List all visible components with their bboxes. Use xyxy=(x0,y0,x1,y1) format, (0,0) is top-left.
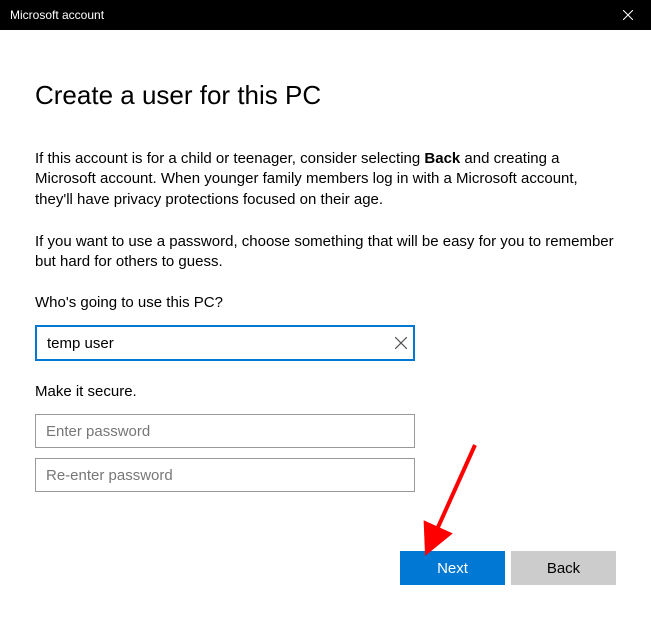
password-input[interactable] xyxy=(35,414,415,448)
content-area: Create a user for this PC If this accoun… xyxy=(0,30,651,492)
intro-paragraph-1: If this account is for a child or teenag… xyxy=(35,149,616,210)
close-icon xyxy=(623,10,633,20)
titlebar: Microsoft account xyxy=(0,0,651,30)
page-title: Create a user for this PC xyxy=(35,80,616,111)
intro-text-a: If this account is for a child or teenag… xyxy=(35,150,424,167)
x-icon xyxy=(395,337,407,349)
intro-bold-back: Back xyxy=(424,150,460,167)
intro-paragraph-2: If you want to use a password, choose so… xyxy=(35,232,616,273)
username-input[interactable] xyxy=(35,325,415,361)
next-button[interactable]: Next xyxy=(400,551,505,585)
clear-input-button[interactable] xyxy=(395,337,407,349)
password-confirm-input[interactable] xyxy=(35,458,415,492)
username-label: Who's going to use this PC? xyxy=(35,294,616,311)
username-input-wrap xyxy=(35,325,415,361)
window-title: Microsoft account xyxy=(10,8,104,22)
footer-buttons: Next Back xyxy=(400,551,616,585)
close-button[interactable] xyxy=(605,0,651,30)
back-button[interactable]: Back xyxy=(511,551,616,585)
secure-label: Make it secure. xyxy=(35,383,616,400)
